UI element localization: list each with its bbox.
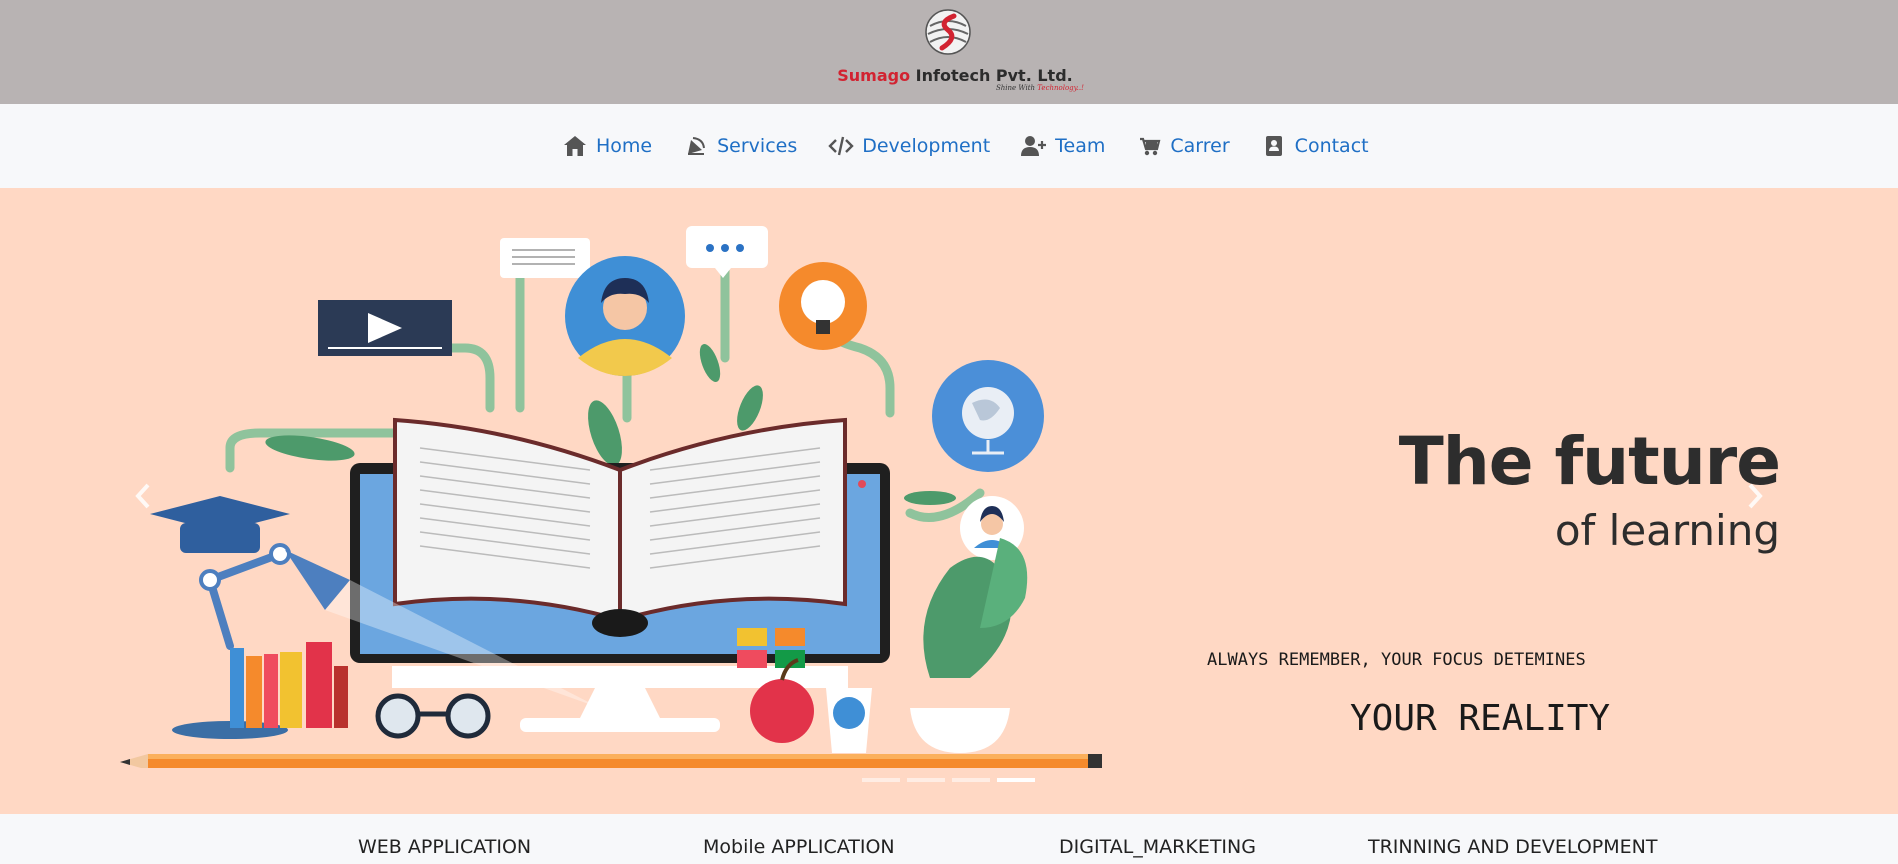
nav-label-home: Home bbox=[596, 135, 653, 157]
nav-item-development[interactable]: Development bbox=[828, 134, 990, 158]
carousel-prev-button[interactable] bbox=[128, 478, 158, 514]
nav-item-contact[interactable]: Contact bbox=[1261, 134, 1369, 158]
service-web-application[interactable]: WEB APPLICATION bbox=[358, 836, 531, 858]
logo-emblem-icon bbox=[925, 9, 971, 55]
service-digital-marketing[interactable]: DIGITAL_MARKETING bbox=[1059, 836, 1256, 858]
nav-item-carrer[interactable]: Carrer bbox=[1136, 134, 1230, 158]
services-strip: WEB APPLICATION Mobile APPLICATION DIGIT… bbox=[0, 814, 1898, 864]
services-icon bbox=[683, 134, 709, 158]
service-training-development[interactable]: TRINNING AND DEVELOPMENT bbox=[1368, 836, 1657, 858]
service-mobile-application[interactable]: Mobile APPLICATION bbox=[703, 836, 895, 858]
company-logo[interactable]: Sumago Infotech Pvt. Ltd. Shine With Tec… bbox=[820, 4, 1084, 98]
nav-item-services[interactable]: Services bbox=[683, 134, 797, 158]
hero-title-line2: of learning bbox=[1554, 506, 1780, 555]
nav-list: Home Services Development Team Carrer Co… bbox=[562, 134, 1369, 158]
carousel-indicators bbox=[862, 778, 1042, 782]
logo-tagline-part2: Technology..! bbox=[1037, 84, 1084, 92]
logo-name-part1: Sumago bbox=[837, 66, 911, 85]
logo-wordmark: Sumago Infotech Pvt. Ltd. bbox=[830, 66, 1080, 85]
nav-item-home[interactable]: Home bbox=[562, 134, 652, 158]
nav-item-team[interactable]: Team bbox=[1021, 134, 1105, 158]
carousel-indicator-2[interactable] bbox=[907, 778, 945, 782]
career-icon bbox=[1136, 134, 1162, 158]
logo-tagline: Shine With Technology..! bbox=[996, 84, 1084, 92]
top-header: Sumago Infotech Pvt. Ltd. Shine With Tec… bbox=[0, 0, 1898, 104]
hero-quote-line2: YOUR REALITY bbox=[1350, 698, 1611, 739]
nav-label-carrer: Carrer bbox=[1170, 135, 1230, 157]
carousel-indicator-1[interactable] bbox=[862, 778, 900, 782]
carousel-indicator-4[interactable] bbox=[997, 778, 1035, 782]
main-navbar: Home Services Development Team Carrer Co… bbox=[0, 104, 1898, 188]
nav-label-development: Development bbox=[862, 135, 991, 157]
hero-carousel: The future of learning ALWAYS REMEMBER, … bbox=[0, 188, 1898, 814]
nav-label-team: Team bbox=[1055, 135, 1106, 157]
logo-name-part2: Infotech Pvt. Ltd. bbox=[915, 66, 1073, 85]
hero-title-line1: The future bbox=[1398, 423, 1781, 500]
nav-label-contact: Contact bbox=[1294, 135, 1369, 157]
carousel-indicator-3[interactable] bbox=[952, 778, 990, 782]
contact-book-icon bbox=[1261, 134, 1287, 158]
user-plus-icon bbox=[1021, 134, 1047, 158]
logo-tagline-part1: Shine With bbox=[996, 84, 1036, 92]
learning-illustration bbox=[120, 226, 1102, 768]
hero-quote-line1: ALWAYS REMEMBER, YOUR FOCUS DETEMINES bbox=[1207, 650, 1586, 670]
chevron-left-icon bbox=[135, 483, 150, 509]
code-icon bbox=[828, 134, 854, 158]
nav-label-services: Services bbox=[717, 135, 798, 157]
home-icon bbox=[562, 134, 588, 158]
